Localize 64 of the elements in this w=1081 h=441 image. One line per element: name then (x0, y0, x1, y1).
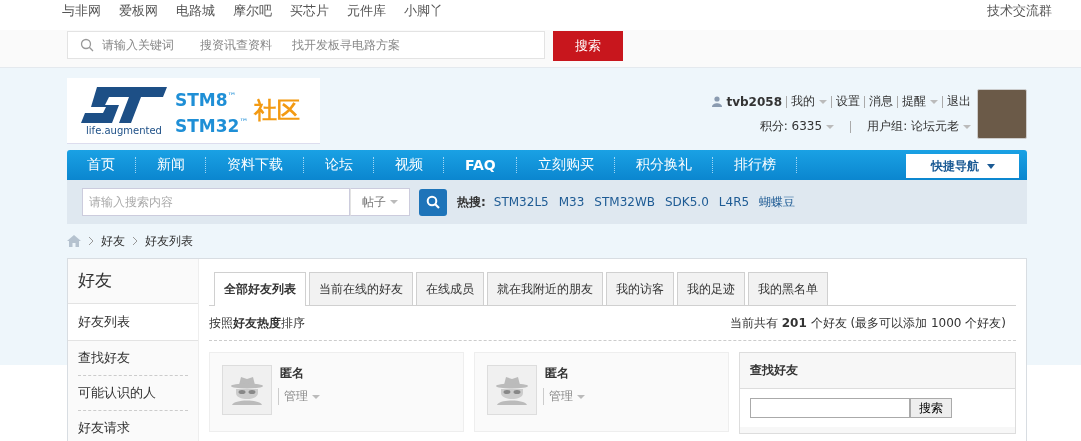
tab[interactable]: 我的足迹 (677, 272, 745, 305)
manage-dropdown[interactable]: 管理 (278, 388, 320, 405)
logo-tagline: life.augmented (86, 125, 162, 136)
user-menu-link[interactable]: 消息 (869, 93, 893, 110)
breadcrumb-link[interactable]: 好友列表 (145, 232, 193, 250)
hot-search-link[interactable]: M33 (558, 195, 585, 209)
find-friend-input[interactable] (750, 398, 910, 418)
sidebar-item[interactable]: 好友请求 (78, 411, 188, 441)
chevron-icon (87, 237, 95, 245)
hot-search-link[interactable]: 蝴蝶豆 (759, 193, 796, 211)
search-scope-dropdown[interactable]: 帖子 (350, 188, 410, 216)
tab[interactable]: 当前在线的好友 (309, 272, 413, 305)
tab[interactable]: 我的访客 (606, 272, 674, 305)
points-link[interactable]: 积分: 6335 (759, 118, 835, 135)
partner-site-link[interactable]: 元件库 (347, 2, 386, 20)
search-button[interactable]: 搜索 (553, 31, 623, 61)
user-menu-link[interactable]: 我的 (791, 93, 827, 110)
partner-site-link[interactable]: 小脚丫 (404, 2, 443, 20)
search-button[interactable] (419, 188, 447, 216)
tab[interactable]: 在线成员 (416, 272, 484, 305)
user-icon (712, 96, 723, 107)
tab[interactable]: 全部好友列表 (214, 272, 306, 306)
quick-nav-button[interactable]: 快捷导航 (906, 154, 1019, 178)
anonymous-spy-icon (230, 375, 264, 405)
avatar-photo-placeholder[interactable] (977, 89, 1027, 139)
logo-text: STM32$^{™}$ (175, 114, 249, 137)
logo-text: STM8$^{™}$ (175, 88, 238, 111)
tab[interactable]: 我的黑名单 (748, 272, 828, 305)
friend-name-link[interactable]: 匿名 (280, 365, 320, 382)
breadcrumb-link[interactable]: 好友 (101, 232, 125, 250)
sidebar-item[interactable]: 可能认识的人 (78, 376, 188, 411)
friend-count-text: 当前共有 201 个好友 (最多可以添加 1000 个好友) (729, 315, 1006, 332)
tab[interactable]: 就在我附近的朋友 (487, 272, 603, 305)
user-menu-link[interactable]: 提醒 (902, 93, 938, 110)
partner-site-link[interactable]: 电路城 (176, 2, 215, 20)
manage-dropdown[interactable]: 管理 (543, 388, 585, 405)
st-logo-icon (79, 85, 169, 125)
user-group-link[interactable]: 用户组: 论坛元老 (867, 118, 971, 135)
hot-search-link[interactable]: SDK5.0 (665, 195, 709, 209)
partner-site-link[interactable]: 爱板网 (119, 2, 158, 20)
search-icon (426, 195, 440, 209)
username-link[interactable]: tvb2058 (726, 94, 782, 109)
hot-search-link[interactable]: STM32WB (594, 195, 655, 209)
hot-search-link[interactable]: L4R5 (718, 195, 750, 209)
find-friend-button[interactable]: 搜索 (910, 398, 952, 418)
friend-name-link[interactable]: 匿名 (545, 365, 585, 382)
hot-search-link[interactable]: STM32L5 (493, 195, 549, 209)
search-hint: 找开发板寻电路方案 (292, 36, 400, 54)
user-menu-link[interactable]: 设置 (836, 93, 860, 110)
sidebar-item[interactable]: 查找好友 (78, 341, 188, 376)
sidebar-item[interactable]: 好友列表 (68, 304, 198, 341)
sort-text: 按照好友热度排序 (209, 315, 305, 332)
tech-group-link[interactable]: 技术交流群 (987, 2, 1052, 20)
search-icon (80, 38, 94, 52)
chevron-icon (131, 237, 139, 245)
user-menu-link[interactable]: 退出 (947, 93, 971, 110)
search-hint: 搜资讯查资料 (200, 36, 272, 54)
logo-brand-text: 社区 (254, 96, 301, 125)
forum-search-field[interactable]: 请输入搜索内容 (82, 188, 350, 216)
hot-search-label: 热搜: (457, 193, 486, 211)
partner-site-link[interactable]: 与非网 (62, 2, 101, 20)
anonymous-spy-icon (495, 375, 529, 405)
partner-site-link[interactable]: 摩尔吧 (233, 2, 272, 20)
partner-site-link[interactable]: 买芯片 (290, 2, 329, 20)
